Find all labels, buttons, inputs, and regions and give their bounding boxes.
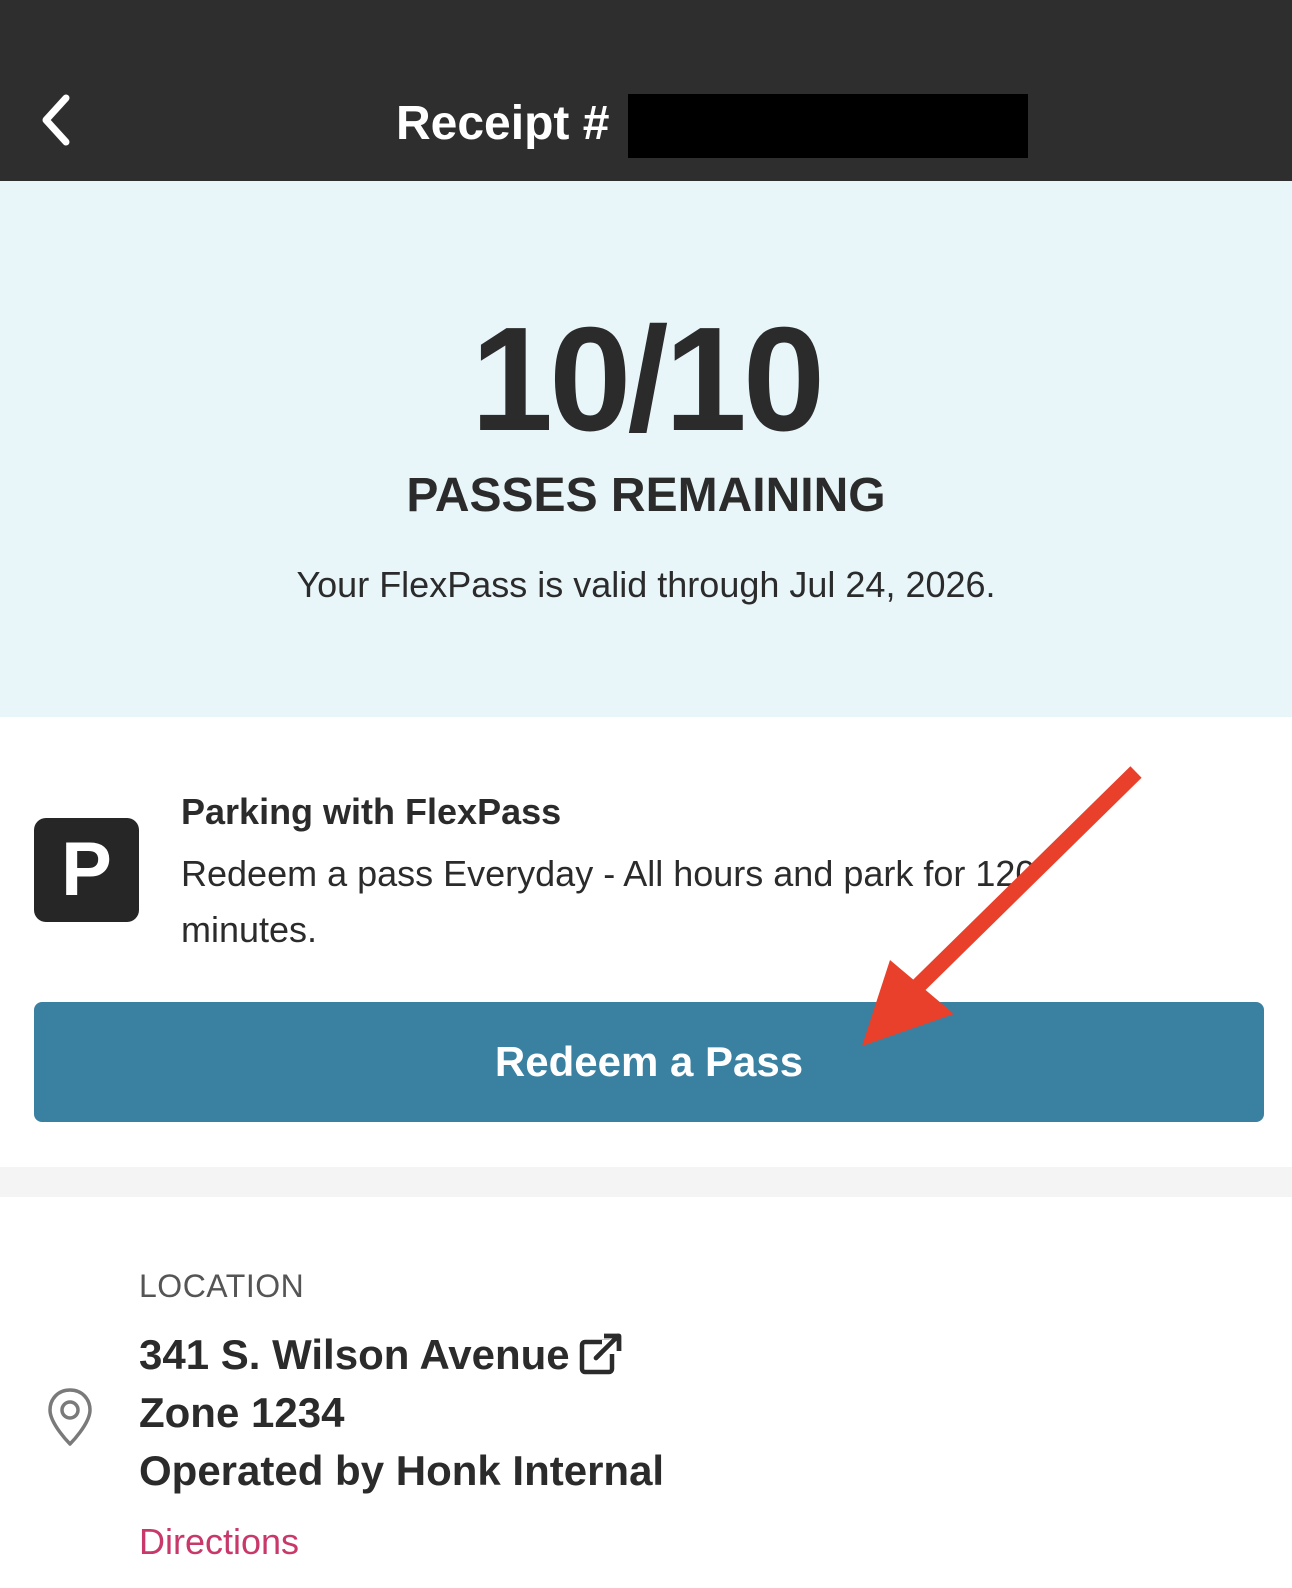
location-address: 341 S. Wilson Avenue: [139, 1331, 570, 1378]
back-button[interactable]: [30, 88, 82, 152]
location-zone: Zone 1234: [139, 1389, 345, 1436]
product-description: Redeem a pass Everyday - All hours and p…: [181, 853, 1036, 950]
passes-remaining-label: PASSES REMAINING: [406, 469, 886, 522]
directions-link[interactable]: Directions: [139, 1518, 299, 1566]
validity-text: Your FlexPass is valid through Jul 24, 2…: [296, 564, 996, 605]
location-address-line: 341 S. Wilson Avenue: [139, 1326, 664, 1384]
receipt-page: Receipt # 10/10 PASSES REMAINING Your Fl…: [0, 0, 1292, 1588]
map-pin-icon: [48, 1388, 92, 1446]
location-operator: Operated by Honk Internal: [139, 1447, 665, 1494]
location-label: LOCATION: [139, 1268, 305, 1304]
page-title: Receipt #: [396, 97, 610, 150]
chevron-left-icon: [42, 94, 70, 146]
redeem-pass-label: Redeem a Pass: [494, 1038, 804, 1085]
parking-icon: P: [34, 818, 139, 922]
top-bar: Receipt #: [0, 0, 1292, 181]
redeem-pass-button[interactable]: Redeem a Pass: [34, 1002, 1264, 1122]
redacted-receipt-number: [628, 94, 1028, 158]
location-details: 341 S. Wilson Avenue Zone 1234 Operated …: [139, 1326, 664, 1500]
product-title: Parking with FlexPass: [181, 791, 562, 832]
section-divider: [0, 1167, 1292, 1197]
passes-remaining-count: 10/10: [470, 297, 825, 462]
parking-icon-letter: P: [61, 827, 112, 912]
external-link-icon[interactable]: [578, 1332, 624, 1378]
